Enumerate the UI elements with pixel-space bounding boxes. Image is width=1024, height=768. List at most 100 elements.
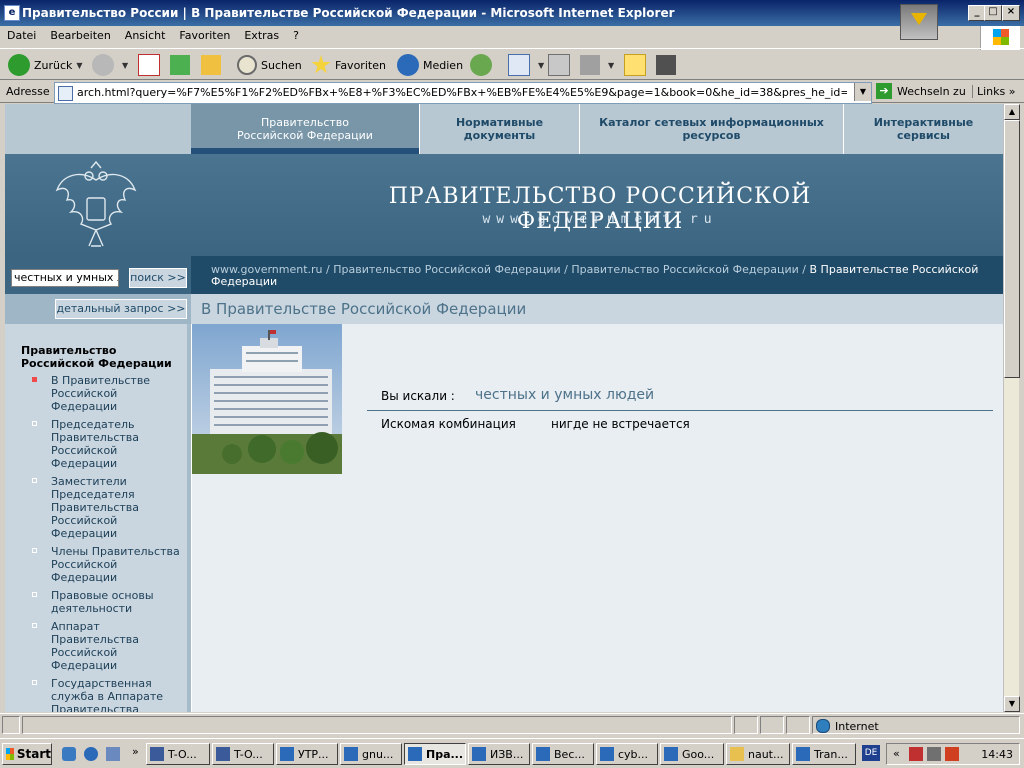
tray-expand-icon[interactable]: «	[893, 747, 900, 760]
taskbar-item[interactable]: T-O...	[146, 743, 210, 765]
language-indicator[interactable]: DE	[862, 745, 880, 761]
mail-button[interactable]: ▼	[508, 54, 544, 76]
sidebar-item-members[interactable]: Члены Правительства Российской Федерации	[32, 545, 185, 584]
menu-datei[interactable]: Datei	[0, 26, 43, 42]
links-label: Links	[977, 85, 1006, 98]
site-search-input[interactable]: честных и умных л	[11, 269, 119, 287]
refresh-button[interactable]	[170, 54, 194, 76]
breadcrumb-link[interactable]: Правительство Российской Федерации	[571, 263, 798, 276]
nav-tab-label: Правительство Российской Федерации	[237, 116, 373, 142]
mail-dropdown-icon[interactable]: ▼	[538, 61, 544, 70]
sidebar-item-label: Члены Правительства Российской Федерации	[51, 545, 180, 584]
home-button[interactable]	[201, 54, 225, 76]
print-button[interactable]	[548, 54, 574, 76]
sidebar-item-label: Аппарат Правительства Российской Федерац…	[51, 620, 139, 672]
status-segment	[786, 716, 810, 734]
result-divider	[367, 410, 993, 411]
breadcrumb-link[interactable]: Правительство Российской Федерации	[333, 263, 560, 276]
back-button[interactable]: Zurück ▼	[8, 54, 83, 76]
menu-ansicht[interactable]: Ansicht	[118, 26, 173, 42]
taskbar-item[interactable]: gnu...	[340, 743, 402, 765]
favorites-label: Favoriten	[335, 58, 386, 72]
site-search-button[interactable]: поиск >>	[129, 268, 187, 288]
history-button[interactable]	[470, 54, 496, 76]
ie-icon	[408, 747, 422, 761]
go-button[interactable]: ➔ Wechseln zu	[876, 83, 966, 99]
forward-dropdown-icon[interactable]: ▼	[122, 61, 128, 70]
edit-button[interactable]: ▼	[580, 54, 614, 76]
quicklaunch-app-icon[interactable]	[106, 747, 120, 761]
menu-favoriten[interactable]: Favoriten	[172, 26, 237, 42]
tray-zonealarm-icon[interactable]	[945, 747, 959, 761]
go-label: Wechseln zu	[897, 84, 966, 98]
nav-tab-label: Нормативные документы	[455, 116, 544, 142]
quicklaunch-ie-icon[interactable]	[84, 747, 98, 761]
nav-tab-interactive-services[interactable]: Интерактивные сервисы	[843, 104, 1003, 154]
taskbar-item[interactable]: T-O...	[212, 743, 274, 765]
taskbar-item[interactable]: Tran...	[792, 743, 856, 765]
forward-button[interactable]: ▼	[92, 54, 128, 76]
menu-help[interactable]: ?	[286, 26, 306, 42]
download-button[interactable]	[656, 54, 680, 76]
site-banner: ПРАВИТЕЛЬСТВО РОССИЙСКОЙ ФЕДЕРАЦИИ www.g…	[5, 154, 1003, 256]
taskbar-item[interactable]: Goo...	[660, 743, 724, 765]
search-button[interactable]: Suchen	[237, 54, 302, 76]
home-icon	[201, 55, 221, 75]
links-toolbar[interactable]: Links »	[972, 85, 1016, 98]
nav-tab-normative-docs[interactable]: Нормативные документы	[419, 104, 579, 154]
white-house-photo	[192, 324, 342, 474]
searched-query-value: честных и умных людей	[475, 387, 655, 403]
taskbar-item[interactable]: УТР...	[276, 743, 338, 765]
sidebar-item-civil-service[interactable]: Государственная служба в Аппарате Правит…	[32, 677, 185, 712]
start-button[interactable]: Start	[2, 743, 52, 765]
address-url[interactable]: arch.html?query=%F7%E5%F1%F2%ED%FBx+%E8+…	[77, 86, 847, 99]
address-dropdown-icon[interactable]: ▼	[854, 83, 871, 101]
media-button[interactable]: Medien	[397, 54, 463, 76]
scroll-thumb[interactable]	[1004, 120, 1020, 378]
nav-tab-catalog[interactable]: Каталог сетевых информационных ресурсов	[579, 104, 843, 154]
taskbar-item-active[interactable]: Пра...	[404, 743, 466, 765]
task-label: cyb...	[618, 747, 649, 761]
taskbar-item[interactable]: Вес...	[532, 743, 594, 765]
menu-bearbeiten[interactable]: Bearbeiten	[43, 26, 117, 42]
task-label: Пра...	[426, 747, 464, 761]
scroll-down-icon[interactable]: ▼	[1004, 696, 1020, 712]
sidebar-item-apparatus[interactable]: Аппарат Правительства Российской Федерац…	[32, 620, 185, 672]
zone-label: Internet	[835, 719, 879, 733]
sidebar-item-in-government[interactable]: В Правительстве Российской Федерации	[32, 374, 185, 413]
edit-dropdown-icon[interactable]: ▼	[608, 61, 614, 70]
nav-tab-label: Интерактивные сервисы	[873, 116, 974, 142]
vertical-scrollbar[interactable]: ▲ ▼	[1003, 104, 1020, 712]
tray-security-icon[interactable]	[909, 747, 923, 761]
taskbar-item[interactable]: cyb...	[596, 743, 658, 765]
window-titlebar[interactable]: e Правительство России | В Правительстве…	[0, 0, 1024, 40]
sidebar-item-deputies[interactable]: Заместители Председателя Правительства Р…	[32, 475, 185, 540]
ie-icon	[796, 747, 810, 761]
maximize-button[interactable]: □	[984, 5, 1002, 21]
web-content: Правительство Российской Федерации Норма…	[5, 104, 1003, 712]
back-dropdown-icon[interactable]: ▼	[76, 61, 82, 70]
tray-volume-icon[interactable]	[927, 747, 941, 761]
detailed-query-button[interactable]: детальный запрос >>	[55, 299, 187, 319]
sidebar-title[interactable]: Правительство Российской Федерации	[21, 344, 181, 370]
nav-tab-government[interactable]: Правительство Российской Федерации	[191, 104, 419, 154]
combination-label: Искомая комбинация	[381, 417, 516, 431]
sidebar-item-legal-basis[interactable]: Правовые основы деятельности	[32, 589, 185, 615]
site-search: честных и умных л поиск >>	[5, 256, 191, 294]
notes-button[interactable]	[624, 54, 650, 76]
scroll-up-icon[interactable]: ▲	[1004, 104, 1020, 120]
taskbar-item[interactable]: ИЗВ...	[468, 743, 530, 765]
clock[interactable]: 14:43	[981, 748, 1013, 761]
address-input[interactable]: arch.html?query=%F7%E5%F1%F2%ED%FBx+%E8+…	[54, 82, 872, 104]
close-button[interactable]: ×	[1002, 5, 1020, 21]
sidebar-nav: Правительство Российской Федерации В Пра…	[5, 324, 191, 712]
menu-extras[interactable]: Extras	[237, 26, 286, 42]
stop-button[interactable]	[138, 54, 164, 76]
sidebar-item-chairman[interactable]: Председатель Правительства Российской Фе…	[32, 418, 185, 470]
favorites-button[interactable]: Favoriten	[311, 54, 386, 76]
ie-icon	[600, 747, 614, 761]
window-title: Правительство России | В Правительстве Р…	[22, 6, 675, 20]
taskbar-item[interactable]: naut...	[726, 743, 790, 765]
quicklaunch-more-icon[interactable]: »	[132, 745, 139, 758]
quicklaunch-desktop-icon[interactable]	[62, 747, 76, 761]
